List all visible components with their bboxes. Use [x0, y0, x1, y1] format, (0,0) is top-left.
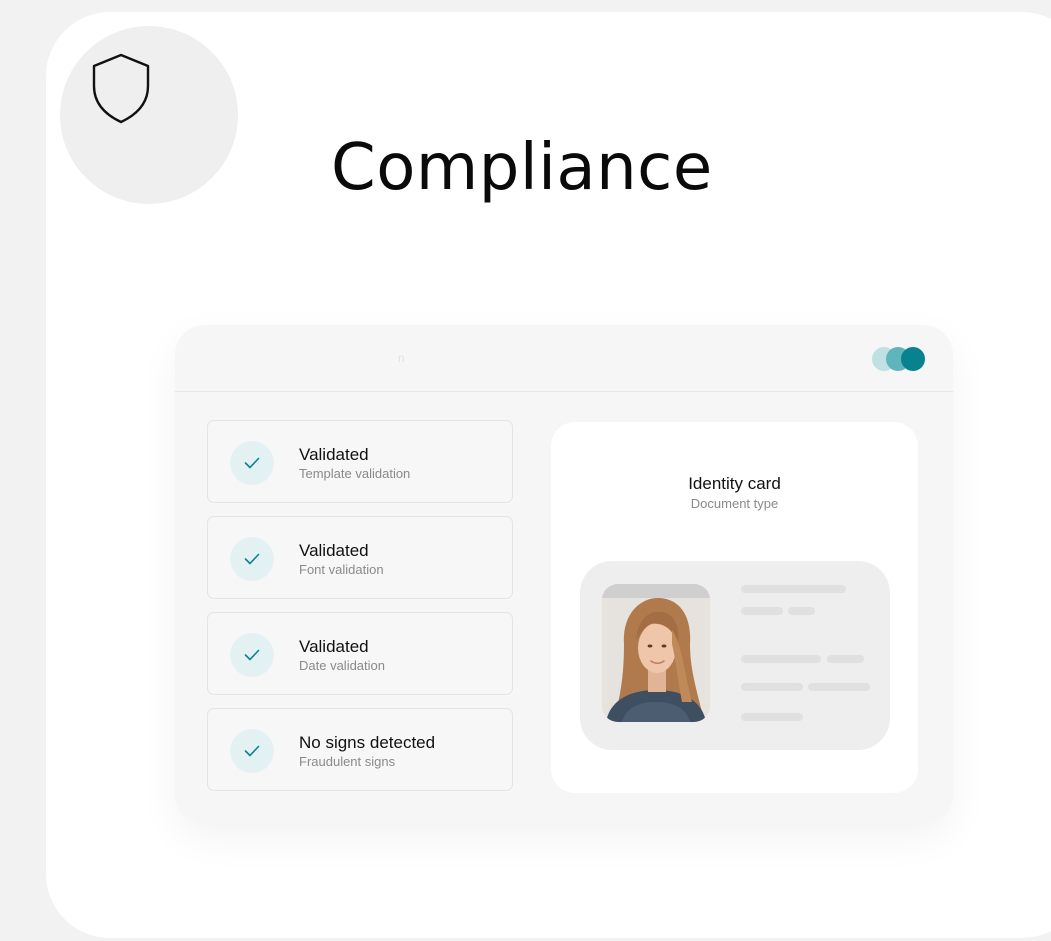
- checkmark-icon: [244, 553, 260, 565]
- check-badge: [230, 729, 274, 773]
- validation-item-font: Validated Font validation: [207, 516, 513, 599]
- id-text-placeholder: [741, 585, 846, 593]
- document-panel: Identity card Document type: [551, 422, 918, 793]
- checkmark-icon: [244, 457, 260, 469]
- validation-label: Date validation: [299, 658, 385, 673]
- verification-window: n Validated Template validation Validate…: [175, 325, 953, 824]
- portrait-image: [602, 584, 710, 722]
- id-text-placeholder: [827, 655, 864, 663]
- validation-label: Font validation: [299, 562, 384, 577]
- page-title: Compliance: [331, 131, 713, 205]
- shield-icon: [92, 53, 150, 124]
- check-badge: [230, 441, 274, 485]
- id-text-placeholder: [741, 655, 821, 663]
- validation-status: No signs detected: [299, 733, 436, 752]
- id-text-placeholder: [741, 713, 803, 721]
- validation-label: Template validation: [299, 466, 411, 481]
- check-badge: [230, 633, 274, 677]
- id-text-placeholder: [808, 683, 870, 691]
- id-card-illustration: [580, 561, 890, 750]
- document-type-value: Identity card: [688, 474, 781, 493]
- checkmark-icon: [244, 745, 260, 757]
- validation-list: Validated Template validation Validated …: [207, 420, 513, 804]
- validation-status: Validated: [299, 637, 369, 656]
- id-text-placeholder: [741, 683, 803, 691]
- validation-item-fraud: No signs detected Fraudulent signs: [207, 708, 513, 791]
- validation-status: Validated: [299, 541, 369, 560]
- id-photo: [602, 584, 710, 722]
- id-text-placeholder: [788, 607, 815, 615]
- document-type-label: Document type: [690, 496, 779, 511]
- validation-item-date: Validated Date validation: [207, 612, 513, 695]
- header-glyph: n: [398, 351, 405, 365]
- validation-status: Validated: [299, 445, 369, 464]
- check-badge: [230, 537, 274, 581]
- status-dot-dark: [901, 347, 925, 371]
- id-text-placeholder: [741, 607, 783, 615]
- checkmark-icon: [244, 649, 260, 661]
- shield-icon-badge: [60, 26, 238, 204]
- validation-item-template: Validated Template validation: [207, 420, 513, 503]
- window-header: n: [175, 325, 953, 392]
- validation-label: Fraudulent signs: [299, 754, 396, 769]
- status-dots: [872, 347, 927, 371]
